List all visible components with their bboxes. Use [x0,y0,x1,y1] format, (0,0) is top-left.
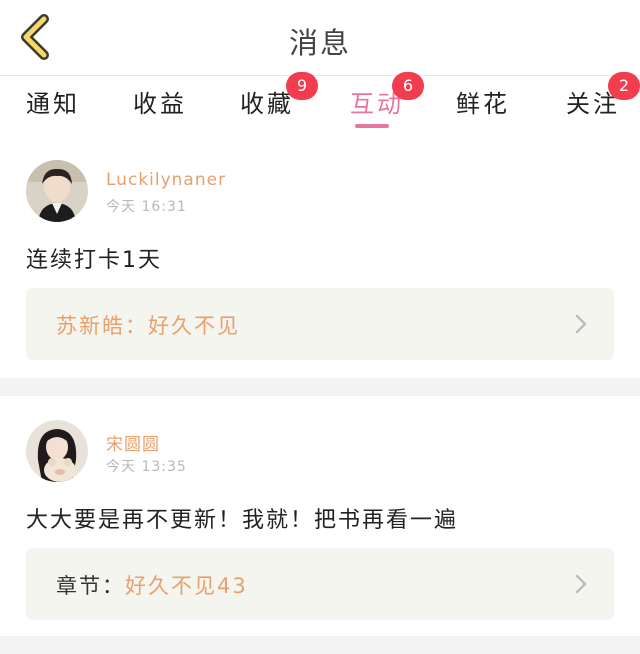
reply-text: 苏新皓：好久不见 [56,310,240,340]
avatar[interactable] [26,160,88,222]
tab-flowers[interactable]: 鲜花 [456,84,510,128]
reply-message: 好久不见43 [125,574,248,598]
timestamp: 今天 13:35 [106,459,187,475]
tab-label: 收益 [133,90,187,118]
tab-badge: 6 [392,72,424,100]
header-bar: 消息 [0,0,640,76]
tab-earnings[interactable]: 收益 [133,84,187,128]
timestamp: 今天 16:31 [106,199,187,215]
tab-favorites[interactable]: 收藏 9 [240,72,318,128]
avatar[interactable] [26,420,88,482]
reply-user: 苏新皓 [56,314,125,338]
username[interactable]: Luckilynaner [106,170,226,190]
tab-label: 鲜花 [456,90,510,118]
reply-separator: ： [102,574,125,598]
tab-notifications[interactable]: 通知 [26,84,80,128]
reply-preview[interactable]: 章节：好久不见43 [26,548,614,620]
reply-user: 章节 [56,574,102,598]
tab-label: 通知 [26,90,80,118]
section-divider [0,636,640,654]
tab-bar: 通知 收益 收藏 9 互动 6 鲜花 关注 2 [0,72,640,128]
message-content: 连续打卡1天 [26,248,162,273]
page-title: 消息 [288,26,351,60]
reply-message: 好久不见 [148,314,240,338]
chevron-right-icon [575,314,587,334]
tab-badge: 2 [608,72,640,100]
message-card: 宋圆圆 今天 13:35 大大要是再不更新！我就！把书再看一遍 章节：好久不见4… [0,396,640,654]
reply-separator: ： [125,314,148,338]
tab-badge: 9 [286,72,318,100]
message-card: Luckilynaner 今天 16:31 连续打卡1天 苏新皓：好久不见 [0,128,640,378]
reply-text: 章节：好久不见43 [56,570,248,600]
username[interactable]: 宋圆圆 [106,430,160,455]
section-divider [0,378,640,396]
tab-following[interactable]: 关注 2 [566,72,640,128]
tab-interactions[interactable]: 互动 6 [350,72,424,128]
message-content: 大大要是再不更新！我就！把书再看一遍 [26,508,459,533]
reply-preview[interactable]: 苏新皓：好久不见 [26,288,614,360]
chevron-right-icon [575,574,587,594]
